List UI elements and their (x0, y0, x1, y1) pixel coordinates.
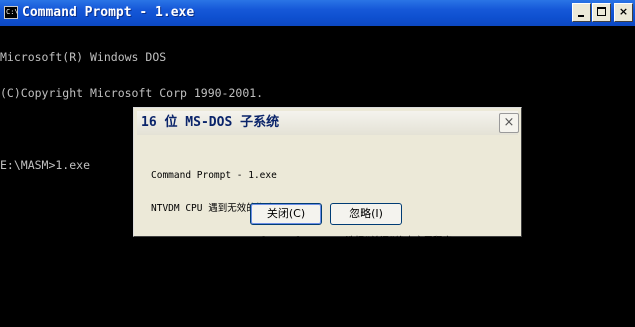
dialog-close-button[interactable]: × (499, 113, 519, 133)
close-button[interactable]: × (614, 3, 633, 22)
window-title: Command Prompt - 1.exe (22, 5, 195, 20)
dialog-titlebar[interactable]: 16 位 MS-DOS 子系统 × (137, 111, 519, 135)
dialog-title: 16 位 MS-DOS 子系统 (141, 115, 280, 130)
close-icon: × (503, 115, 515, 130)
minimize-icon (578, 15, 584, 17)
command-prompt-icon[interactable]: C:\ (4, 6, 18, 19)
ignore-button[interactable]: 忽略(I) (330, 203, 402, 225)
close-icon: × (618, 5, 629, 18)
console-line: Microsoft(R) Windows DOS (0, 50, 167, 64)
message-line: CS:0000 IP:0075 OP:f0 00 f0 37 05 选择“关闭”… (151, 236, 462, 247)
close-app-button[interactable]: 关闭(C) (250, 203, 322, 225)
minimize-button[interactable] (572, 3, 591, 22)
message-line: Command Prompt - 1.exe (151, 170, 277, 181)
maximize-button[interactable] (592, 3, 611, 22)
error-dialog: 16 位 MS-DOS 子系统 × Command Prompt - 1.exe… (133, 107, 522, 247)
console-titlebar[interactable]: C:\ Command Prompt - 1.exe × (0, 0, 635, 26)
maximize-icon (597, 7, 606, 16)
console-line: (C)Copyright Microsoft Corp 1990-2001. (0, 86, 264, 100)
